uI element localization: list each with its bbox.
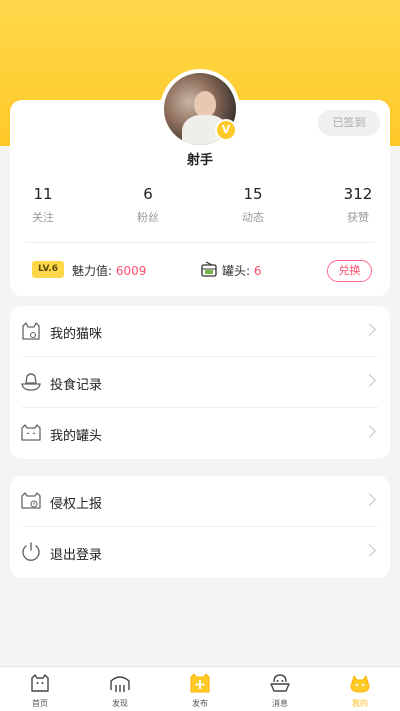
tab-label: 首页 (32, 699, 48, 708)
stat-likes[interactable]: 312 获赞 (318, 185, 398, 225)
stat-value: 15 (243, 185, 263, 203)
chevron-right-icon (363, 323, 376, 336)
tab-messages[interactable]: 消息 (240, 667, 320, 711)
menu-item-label: 我的猫咪 (50, 327, 103, 342)
tab-discover[interactable]: 发现 (80, 667, 160, 711)
report-icon (21, 492, 41, 509)
stat-value: 312 (343, 185, 373, 203)
menu-item-label: 侵权上报 (50, 497, 103, 512)
stat-value: 6 (143, 185, 153, 203)
cans-info: 罐头: 6 (222, 262, 262, 279)
feed-bowl-icon (21, 373, 41, 391)
tab-label: 消息 (272, 699, 288, 708)
stat-label: 关注 (32, 211, 54, 224)
verified-badge-icon: V (215, 119, 237, 141)
tab-label: 我的 (352, 699, 368, 708)
power-icon (22, 542, 40, 561)
stat-value: 11 (33, 185, 53, 203)
checkin-button[interactable]: 已签到 (318, 110, 380, 136)
chevron-right-icon (363, 493, 376, 506)
charm-info: 魅力值: 6009 (72, 262, 146, 279)
home-cat-icon (31, 674, 49, 692)
cat-icon (22, 322, 40, 340)
stat-label: 动态 (242, 211, 264, 224)
stat-posts[interactable]: 15 动态 (213, 185, 293, 225)
menu-item-feed-records[interactable]: 投食记录 (10, 357, 390, 408)
menu-item-my-cats[interactable]: 我的猫咪 (10, 306, 390, 357)
menu-item-report[interactable]: 侵权上报 (10, 476, 390, 527)
discover-icon (110, 676, 130, 692)
charm-value: 6009 (115, 264, 147, 278)
stat-label: 获赞 (347, 211, 369, 224)
menu-item-logout[interactable]: 退出登录 (10, 527, 390, 578)
cans-value: 6 (253, 264, 262, 278)
chevron-right-icon (363, 425, 376, 438)
chevron-right-icon (363, 374, 376, 387)
tab-label: 发布 (192, 699, 208, 708)
message-icon (270, 674, 290, 692)
bottom-tab-bar: 首页 发现 发布 消息 我的 (0, 666, 400, 711)
stat-following[interactable]: 11 关注 (3, 185, 83, 225)
publish-icon (190, 673, 210, 693)
menu-item-label: 投食记录 (50, 378, 103, 393)
username: 射手 (186, 153, 213, 168)
can-icon (21, 424, 41, 441)
menu-group-pets: 我的猫咪 投食记录 我的罐头 (10, 306, 390, 459)
can-icon (201, 261, 217, 277)
charm-label: 魅力值: (72, 264, 113, 278)
menu-item-my-cans[interactable]: 我的罐头 (10, 408, 390, 459)
chevron-right-icon (363, 544, 376, 557)
menu-item-label: 我的罐头 (50, 429, 103, 444)
tab-label: 发现 (112, 699, 128, 708)
level-badge: LV.6 (32, 261, 64, 278)
divider (26, 242, 374, 243)
cans-label: 罐头: (222, 264, 251, 278)
exchange-button[interactable]: 兑换 (327, 260, 372, 282)
tab-profile[interactable]: 我的 (320, 667, 400, 711)
stat-label: 粉丝 (137, 211, 159, 224)
tab-home[interactable]: 首页 (0, 667, 80, 711)
stat-fans[interactable]: 6 粉丝 (108, 185, 188, 225)
tab-publish[interactable]: 发布 (160, 667, 240, 711)
menu-group-account: 侵权上报 退出登录 (10, 476, 390, 578)
profile-cat-icon (350, 675, 370, 693)
menu-item-label: 退出登录 (50, 548, 103, 563)
